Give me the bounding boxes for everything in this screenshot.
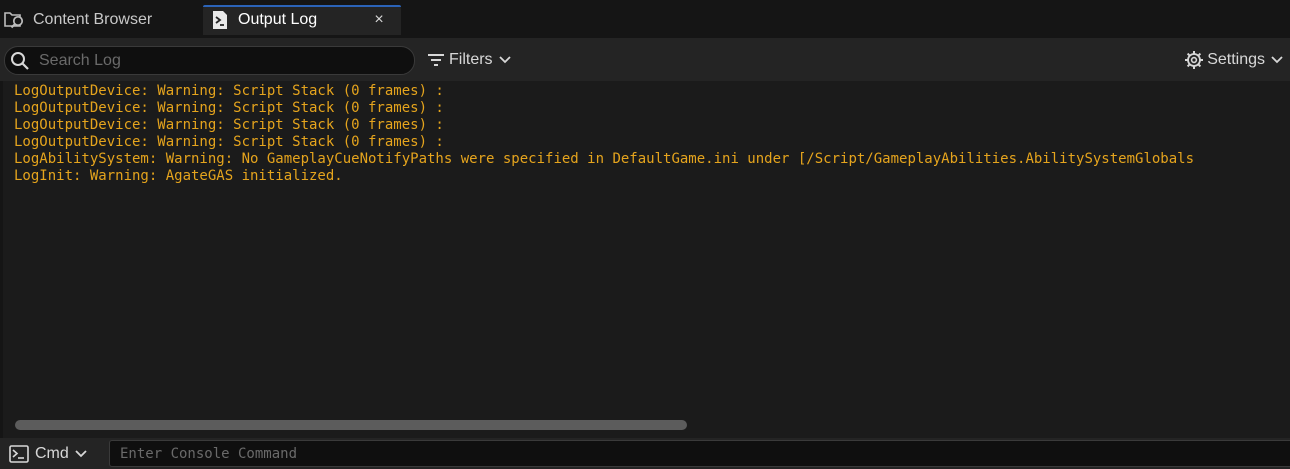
close-icon[interactable]: ×: [371, 10, 387, 30]
terminal-icon: [8, 444, 30, 464]
output-log-window: Content Browser Output Log × Search Log …: [0, 0, 1290, 469]
tab-label: Output Log: [238, 11, 318, 28]
log-line: LogOutputDevice: Warning: Script Stack (…: [14, 100, 444, 116]
console-command-input[interactable]: [109, 440, 1290, 467]
log-toolbar: Filters Sett: [0, 38, 1290, 81]
horizontal-scrollbar[interactable]: [15, 419, 1280, 431]
cmd-label: Cmd: [35, 445, 69, 462]
filters-label: Filters: [449, 51, 493, 68]
tab-label: Content Browser: [33, 11, 153, 28]
tab-content-browser[interactable]: Content Browser: [0, 5, 200, 35]
search-input[interactable]: [37, 50, 401, 71]
cmd-dropdown[interactable]: Cmd: [8, 442, 88, 466]
chevron-down-icon: [74, 447, 88, 461]
chevron-down-icon: [498, 53, 512, 67]
tab-bar: Content Browser Output Log ×: [0, 0, 1290, 38]
tab-output-log[interactable]: Output Log ×: [203, 5, 401, 35]
search-box[interactable]: [4, 46, 415, 75]
filter-lines-icon: [426, 50, 446, 70]
terminal-doc-icon: [209, 9, 231, 31]
gear-icon: [1184, 50, 1204, 70]
folder-search-icon: [4, 9, 26, 31]
log-line: LogOutputDevice: Warning: Script Stack (…: [14, 117, 444, 133]
settings-label: Settings: [1207, 51, 1265, 68]
search-icon: [9, 50, 31, 72]
filters-button[interactable]: Filters: [426, 48, 512, 72]
log-output-area[interactable]: LogOutputDevice: Warning: Script Stack (…: [3, 81, 1290, 438]
log-line: LogInit: Warning: AgateGAS initialized.: [14, 168, 343, 184]
log-line: LogOutputDevice: Warning: Script Stack (…: [14, 134, 444, 150]
chevron-down-icon: [1270, 53, 1284, 67]
settings-button[interactable]: Settings: [1184, 48, 1284, 72]
console-bar: Cmd: [0, 438, 1290, 469]
log-line: LogAbilitySystem: Warning: No GameplayCu…: [14, 151, 1195, 167]
log-lines: LogOutputDevice: Warning: Script Stack (…: [14, 83, 1268, 185]
log-line: LogOutputDevice: Warning: Script Stack (…: [14, 83, 444, 99]
horizontal-scrollbar-thumb[interactable]: [15, 420, 687, 430]
